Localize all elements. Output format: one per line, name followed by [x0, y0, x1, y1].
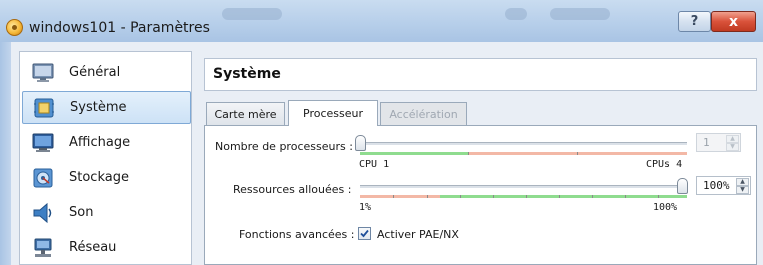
processor-panel: Nombre de processeurs : CPU 1 CPUs 4 1 ▲… — [204, 125, 757, 265]
page-title: Système — [213, 66, 281, 82]
scale-tick — [577, 152, 578, 155]
processors-scale-green — [360, 152, 468, 155]
help-button[interactable]: ? — [678, 11, 711, 32]
scale-tick — [493, 195, 494, 198]
scale-tick — [592, 195, 593, 198]
resources-scale-green — [440, 195, 687, 198]
sidebar-item-label: Stockage — [69, 170, 129, 185]
sidebar-item-storage[interactable]: Stockage — [22, 161, 191, 194]
resources-slider-thumb[interactable] — [677, 178, 688, 194]
tab-processeur[interactable]: Processeur — [288, 100, 378, 126]
spin-down-icon[interactable]: ▼ — [736, 186, 749, 194]
system-chip-icon — [33, 97, 55, 119]
general-monitor-icon — [32, 62, 54, 84]
resources-spinbox[interactable]: 100% ▲ ▼ — [696, 176, 751, 195]
close-button[interactable]: x — [711, 11, 756, 32]
scale-tick — [468, 152, 469, 155]
resources-slider-track[interactable] — [360, 185, 687, 188]
display-icon — [32, 132, 54, 154]
tab-carte-mere[interactable]: Carte mère — [206, 102, 285, 125]
sidebar-item-label: Général — [69, 65, 121, 80]
processors-max-label: CPUs 4 — [646, 159, 683, 170]
sidebar-item-display[interactable]: Affichage — [22, 126, 191, 159]
settings-window-body: Général Système Affichage Stockage Son R… — [0, 42, 763, 265]
pae-nx-checkbox[interactable] — [358, 227, 371, 240]
settings-sidebar: Général Système Affichage Stockage Son R… — [19, 51, 192, 265]
processors-slider-thumb[interactable] — [355, 135, 366, 151]
window-left-border — [0, 42, 11, 265]
scale-tick — [427, 195, 428, 198]
processors-spin-value: 1 — [703, 136, 710, 149]
network-icon — [32, 237, 54, 259]
storage-icon — [32, 167, 54, 189]
title-bar: windows101 - Paramètres ? x — [0, 0, 763, 42]
checkmark-icon — [360, 229, 369, 238]
scale-tick — [393, 195, 394, 198]
blurred-title-region — [505, 8, 527, 20]
resources-max-label: 100% — [653, 202, 678, 213]
processors-label: Nombre de processeurs : — [215, 140, 353, 153]
sidebar-item-label: Système — [70, 100, 127, 115]
processors-min-label: CPU 1 — [359, 159, 390, 170]
scale-tick — [460, 195, 461, 198]
spin-down-icon: ▼ — [726, 143, 739, 151]
resources-min-label: 1% — [359, 202, 372, 213]
sidebar-item-network[interactable]: Réseau — [22, 231, 191, 264]
pae-nx-label[interactable]: Activer PAE/NX — [377, 228, 459, 241]
sidebar-item-sound[interactable]: Son — [22, 196, 191, 229]
sidebar-item-label: Affichage — [69, 135, 131, 150]
resources-label: Ressources allouées : — [233, 183, 352, 196]
blurred-title-region — [222, 8, 282, 20]
tab-acceleration: Accélération — [380, 102, 467, 125]
window-title: windows101 - Paramètres — [29, 20, 210, 36]
sidebar-item-label: Son — [69, 205, 94, 220]
resources-spin-value: 100% — [703, 179, 730, 192]
processors-spinbox: 1 ▲ ▼ — [696, 133, 741, 152]
blurred-title-region — [550, 8, 610, 20]
speaker-icon — [32, 202, 54, 224]
spin-up-icon[interactable]: ▲ — [736, 178, 749, 186]
sidebar-item-general[interactable]: Général — [22, 56, 191, 89]
spin-up-icon: ▲ — [726, 135, 739, 143]
sidebar-item-system[interactable]: Système — [22, 91, 191, 124]
virtualbox-app-icon — [6, 19, 23, 36]
advanced-label: Fonctions avancées : — [239, 228, 355, 241]
scale-tick — [526, 195, 527, 198]
processors-slider-track[interactable] — [360, 142, 687, 145]
resources-scale-red — [360, 195, 440, 198]
scale-tick — [559, 195, 560, 198]
scale-tick — [658, 195, 659, 198]
scale-tick — [625, 195, 626, 198]
sidebar-item-label: Réseau — [69, 240, 117, 255]
page-header: Système — [204, 58, 757, 91]
